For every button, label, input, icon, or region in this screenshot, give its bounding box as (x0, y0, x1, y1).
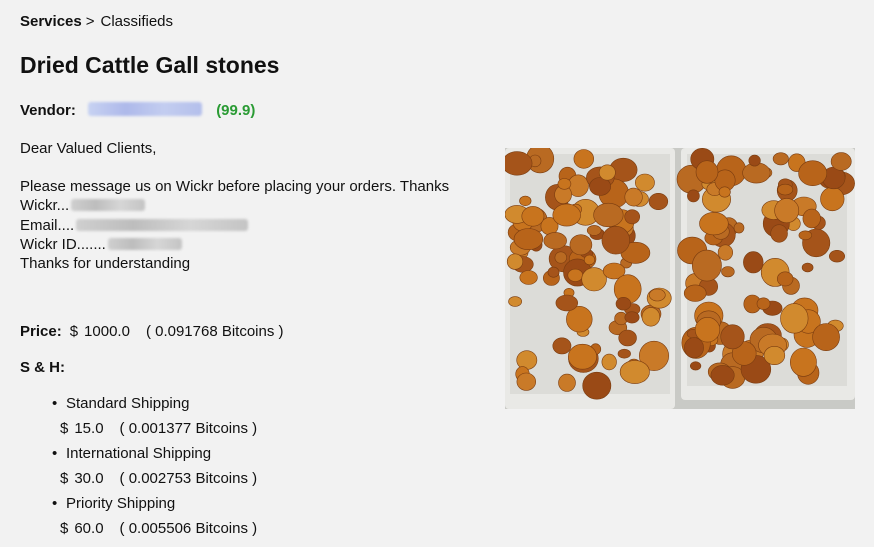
breadcrumb-services-link[interactable]: Services (20, 13, 82, 30)
email-label: Email.... (20, 216, 75, 234)
shipping-option-name: Standard Shipping (66, 395, 190, 412)
shipping-option-price: $15.0 ( 0.001377 Bitcoins ) (52, 419, 257, 444)
greeting-text: Dear Valued Clients, (20, 140, 157, 157)
price-amount: 1000.0 (84, 323, 130, 340)
vendor-name-redacted[interactable] (88, 102, 203, 116)
breadcrumb-current[interactable]: Classifieds (101, 13, 174, 30)
price-btc: ( 0.091768 Bitcoins ) (145, 323, 284, 340)
price-line: Price: $1000.0 ( 0.091768 Bitcoins ) (20, 323, 284, 340)
shipping-option-priority[interactable]: • Priority Shipping (52, 494, 257, 519)
shipping-currency: $ (60, 470, 69, 487)
instructions-text: Please message us on Wickr before placin… (20, 178, 450, 196)
wickr-id-line: Wickr ID....... (20, 235, 490, 254)
product-photo (505, 148, 855, 409)
breadcrumb-separator: > (85, 13, 95, 30)
shipping-label: S & H: (20, 359, 65, 376)
shipping-btc: ( 0.005506 Bitcoins ) (119, 520, 258, 537)
gallstones-image (505, 148, 855, 409)
breadcrumb: Services > Classifieds (20, 13, 173, 30)
price-currency: $ (69, 323, 79, 340)
price-label: Price: (20, 323, 62, 340)
shipping-btc: ( 0.002753 Bitcoins ) (119, 470, 258, 487)
email-line: Email.... (20, 216, 490, 235)
shipping-option-price: $60.0 ( 0.005506 Bitcoins ) (52, 519, 257, 544)
shipping-option-price: $30.0 ( 0.002753 Bitcoins ) (52, 469, 257, 494)
email-redacted (76, 218, 249, 231)
shipping-option-name: International Shipping (66, 445, 212, 462)
shipping-btc: ( 0.001377 Bitcoins ) (119, 420, 258, 437)
closing-text: Thanks for understanding (20, 255, 191, 273)
bullet-icon: • (52, 395, 58, 412)
bullet-icon: • (52, 495, 58, 512)
vendor-rating: (99.9) (216, 102, 256, 119)
wickr-label: Wickr... (20, 197, 70, 215)
wickr-id-redacted (107, 237, 182, 250)
wickr-line: Wickr... (20, 196, 490, 215)
shipping-amount: 15.0 (74, 420, 104, 437)
shipping-option-name: Priority Shipping (66, 495, 176, 512)
vendor-label: Vendor: (20, 102, 76, 119)
bullet-icon: • (52, 445, 58, 462)
shipping-currency: $ (60, 520, 69, 537)
shipping-option-international[interactable]: • International Shipping (52, 444, 257, 469)
page-title: Dried Cattle Gall stones (20, 52, 280, 78)
shipping-options-list: • Standard Shipping $15.0 ( 0.001377 Bitco… (52, 394, 257, 544)
shipping-amount: 60.0 (74, 520, 104, 537)
shipping-option-standard[interactable]: • Standard Shipping (52, 394, 257, 419)
wickr-id-label: Wickr ID....... (20, 235, 106, 253)
listing-description: Dear Valued Clients, Please message us o… (20, 139, 490, 273)
vendor-line: Vendor: (99.9) (20, 102, 255, 119)
shipping-currency: $ (60, 420, 69, 437)
wickr-redacted (71, 199, 146, 212)
shipping-amount: 30.0 (74, 470, 104, 487)
